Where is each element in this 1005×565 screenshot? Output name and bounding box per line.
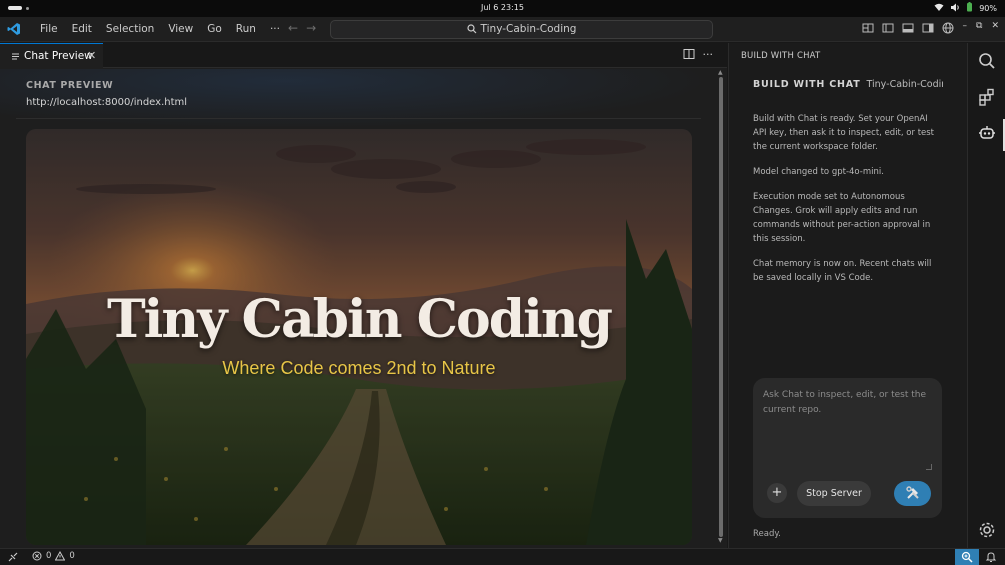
chat-title: BUILD WITH CHAT xyxy=(753,79,861,90)
hero-image: Tiny Cabin Coding Where Code comes 2nd t… xyxy=(26,129,692,545)
editor-tabs: Chat Preview ✕ ··· xyxy=(0,43,727,69)
error-icon xyxy=(32,551,42,561)
toggle-secondary-sidebar-icon[interactable] xyxy=(921,21,935,35)
toggle-panel-icon[interactable] xyxy=(901,21,915,35)
back-arrow-icon[interactable]: ← xyxy=(288,21,298,35)
chat-preview-pane: CHAT PREVIEW http://localhost:8000/index… xyxy=(0,69,714,548)
tab-chat-preview[interactable]: Chat Preview ✕ xyxy=(0,43,103,69)
bell-icon[interactable] xyxy=(985,551,997,563)
os-top-bar: Jul 6 23:15 90% xyxy=(0,0,1005,17)
error-count: 0 xyxy=(46,551,52,561)
zoom-icon xyxy=(961,551,973,563)
preview-title: CHAT PREVIEW xyxy=(26,80,114,91)
scrollbar-thumb[interactable] xyxy=(719,77,723,537)
search-icon xyxy=(466,24,476,34)
search-icon[interactable] xyxy=(978,52,996,70)
warning-count: 0 xyxy=(69,551,75,561)
remote-icon xyxy=(8,552,18,562)
chat-message: Model changed to gpt-4o-mini. xyxy=(753,167,884,177)
add-attachment-button[interactable]: + xyxy=(767,483,787,503)
menu-view[interactable]: View xyxy=(161,22,200,36)
wrench-hammer-icon xyxy=(905,486,919,499)
stop-server-button[interactable]: Stop Server xyxy=(797,481,871,506)
command-center-label: Tiny-Cabin-Coding xyxy=(480,23,577,35)
volume-icon xyxy=(950,3,960,14)
status-bar: 0 0 xyxy=(0,548,1005,565)
window-close-icon[interactable]: ✕ xyxy=(991,21,999,31)
chat-message: Execution mode set to Autonomous Changes… xyxy=(753,192,931,244)
title-bar: File Edit Selection View Go Run ··· ← → … xyxy=(0,17,1005,42)
tab-label: Chat Preview xyxy=(24,50,93,62)
zoom-button[interactable] xyxy=(955,549,979,565)
vscode-logo-icon xyxy=(7,23,20,35)
menu-bar: File Edit Selection View Go Run ··· xyxy=(33,22,287,36)
preview-url[interactable]: http://localhost:8000/index.html xyxy=(26,97,187,108)
menu-file[interactable]: File xyxy=(33,22,65,36)
restore-icon[interactable]: ⧉ xyxy=(976,21,982,31)
chat-messages: Build with Chat is ready. Set your OpenA… xyxy=(753,112,943,296)
navigation-arrows: ← → xyxy=(288,21,316,35)
hero-title: Tiny Cabin Coding xyxy=(106,289,613,350)
layout-controls xyxy=(861,21,955,35)
resize-grip[interactable] xyxy=(926,464,932,470)
toggle-primary-sidebar-icon[interactable] xyxy=(881,21,895,35)
menu-edit[interactable]: Edit xyxy=(65,22,99,36)
chat-message: Build with Chat is ready. Set your OpenA… xyxy=(753,114,935,152)
hero-subtitle: Where Code comes 2nd to Nature xyxy=(222,358,496,378)
chat-message: Chat memory is now on. Recent chats will… xyxy=(753,259,932,283)
chat-subheader: BUILD WITH CHAT Tiny-Cabin-Coding | ... xyxy=(753,79,943,90)
globe-icon[interactable] xyxy=(941,21,955,35)
menu-go[interactable]: Go xyxy=(200,22,229,36)
command-center[interactable]: Tiny-Cabin-Coding xyxy=(330,20,713,39)
battery-percent: 90% xyxy=(979,3,997,13)
battery-icon xyxy=(966,2,973,14)
preview-scrollbar[interactable]: ▲ ▼ xyxy=(714,69,727,548)
minimize-icon[interactable]: – xyxy=(963,21,968,31)
chat-input[interactable] xyxy=(763,388,933,468)
wifi-icon xyxy=(934,3,944,14)
chat-composer: + Stop Server xyxy=(753,378,942,518)
system-tray[interactable]: 90% xyxy=(934,2,997,14)
window-controls: – ⧉ ✕ xyxy=(963,21,999,31)
chat-status: Ready. xyxy=(753,529,781,539)
forward-arrow-icon[interactable]: → xyxy=(306,21,316,35)
warning-icon xyxy=(55,551,66,561)
activity-bar xyxy=(967,43,1005,548)
panel-title: BUILD WITH CHAT xyxy=(741,51,821,61)
tools-button[interactable] xyxy=(894,481,931,506)
chat-project: Tiny-Cabin-Coding | ... xyxy=(866,79,943,90)
extensions-icon[interactable] xyxy=(978,88,996,106)
menu-selection[interactable]: Selection xyxy=(99,22,161,36)
copilot-icon[interactable] xyxy=(978,124,996,142)
split-editor-icon[interactable] xyxy=(683,48,695,63)
close-icon[interactable]: ✕ xyxy=(87,44,96,68)
scroll-up-icon[interactable]: ▲ xyxy=(718,69,723,76)
menu-more[interactable]: ··· xyxy=(263,22,287,36)
os-clock[interactable]: Jul 6 23:15 xyxy=(0,3,1005,12)
editor-area: Chat Preview ✕ ··· CHAT PREVIEW http://l… xyxy=(0,43,727,548)
preview-file-icon xyxy=(12,53,19,60)
menu-run[interactable]: Run xyxy=(229,22,263,36)
editor-actions: ··· xyxy=(683,48,714,63)
problems-indicator[interactable]: 0 0 xyxy=(32,551,75,561)
settings-gear-icon[interactable] xyxy=(978,521,996,539)
scroll-down-icon[interactable]: ▼ xyxy=(718,537,723,544)
preview-divider xyxy=(16,118,701,119)
more-icon[interactable]: ··· xyxy=(703,48,714,63)
remote-indicator[interactable] xyxy=(0,549,26,565)
build-with-chat-panel: BUILD WITH CHAT BUILD WITH CHAT Tiny-Cabi… xyxy=(728,43,967,548)
customize-layout-icon[interactable] xyxy=(861,21,875,35)
